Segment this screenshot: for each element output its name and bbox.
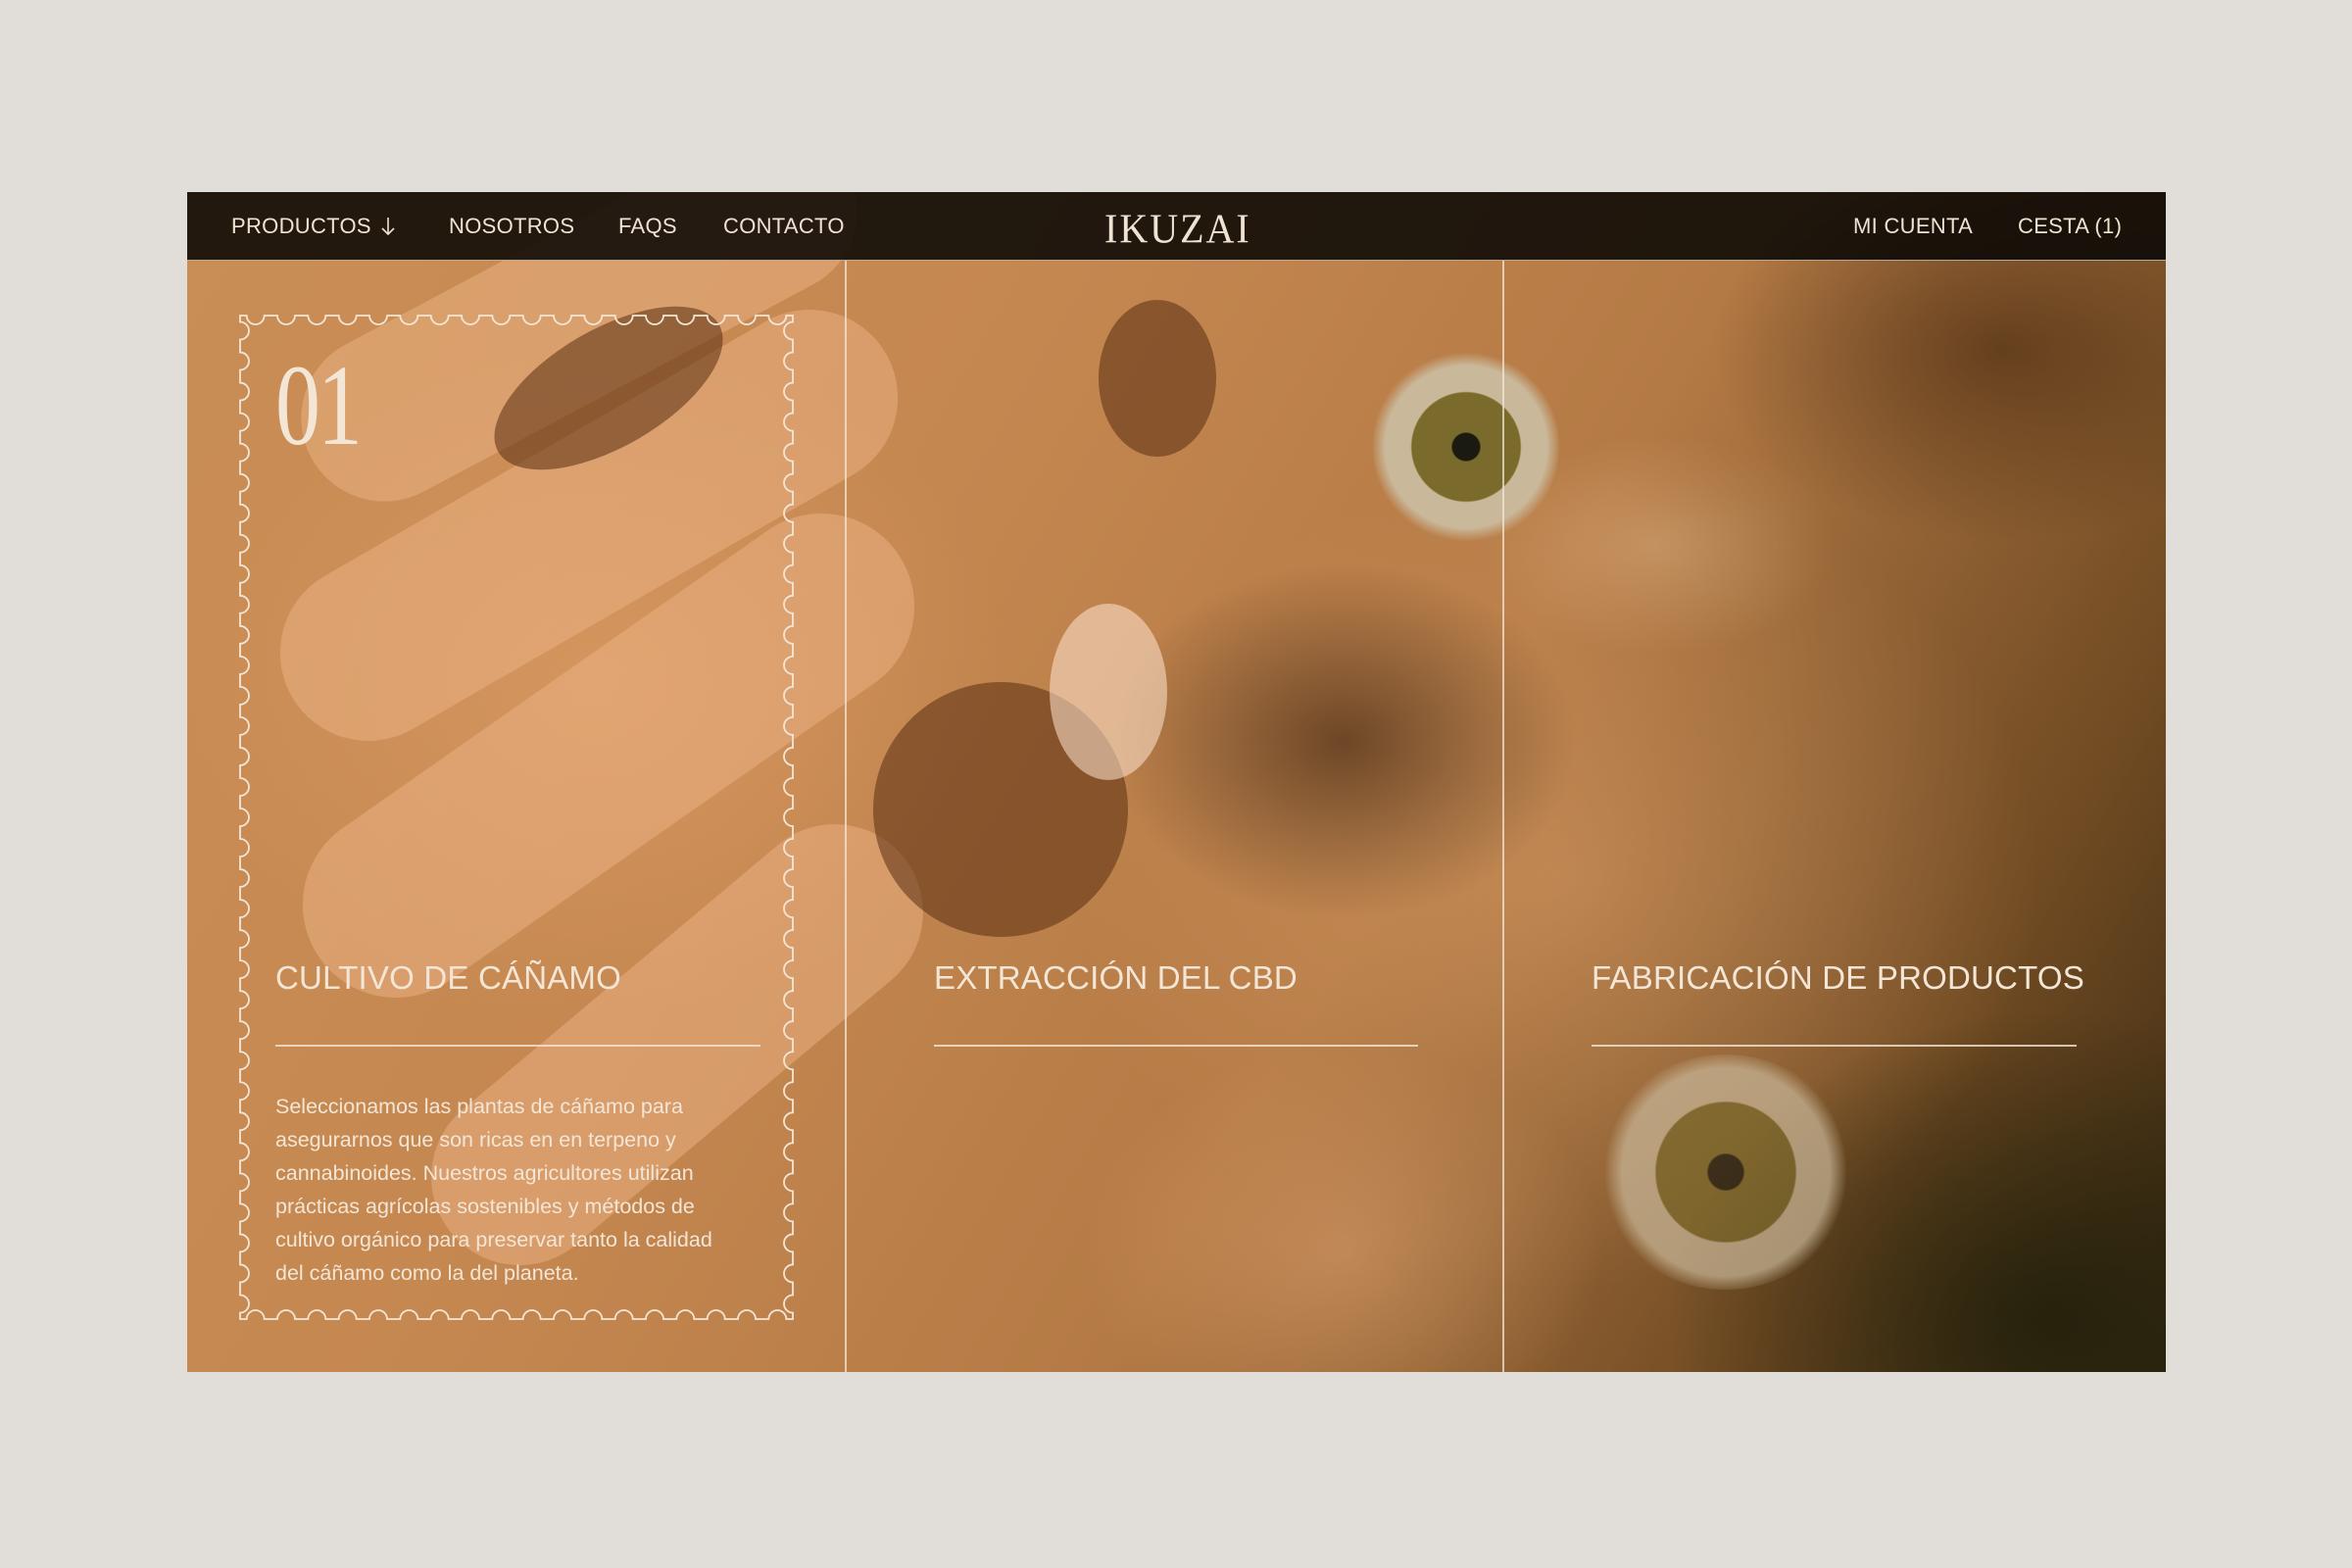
title-underline — [275, 1045, 760, 1047]
arrow-down-icon — [381, 218, 395, 236]
step-description: Seleccionamos las plantas de cáñamo para… — [275, 1095, 712, 1285]
nav-mi-cuenta[interactable]: MI CUENTA — [1853, 214, 1973, 239]
top-navigation: PRODUCTOS NOSOTROS FAQS CONTACTO IKUZAI … — [187, 192, 2166, 261]
hero-section: PRODUCTOS NOSOTROS FAQS CONTACTO IKUZAI … — [187, 192, 2166, 1372]
nav-contacto[interactable]: CONTACTO — [723, 214, 845, 239]
brand-logo[interactable]: IKUZAI — [1104, 205, 1251, 253]
column-divider — [845, 261, 847, 1372]
nav-productos[interactable]: PRODUCTOS — [231, 214, 395, 239]
step-title-cultivo[interactable]: CULTIVO DE CÁÑAMO — [275, 959, 621, 997]
nav-cesta[interactable]: CESTA (1) — [2018, 214, 2122, 239]
column-divider — [1502, 261, 1504, 1372]
nav-faqs[interactable]: FAQS — [618, 214, 677, 239]
title-underline — [1592, 1045, 2077, 1047]
step-number: 01 — [275, 341, 363, 469]
step-title-fabricacion[interactable]: FABRICACIÓN DE PRODUCTOS — [1592, 959, 2084, 997]
title-underline — [934, 1045, 1418, 1047]
nav-nosotros[interactable]: NOSOTROS — [449, 214, 574, 239]
step-title-extraccion[interactable]: EXTRACCIÓN DEL CBD — [934, 959, 1298, 997]
nav-productos-label: PRODUCTOS — [231, 214, 371, 238]
